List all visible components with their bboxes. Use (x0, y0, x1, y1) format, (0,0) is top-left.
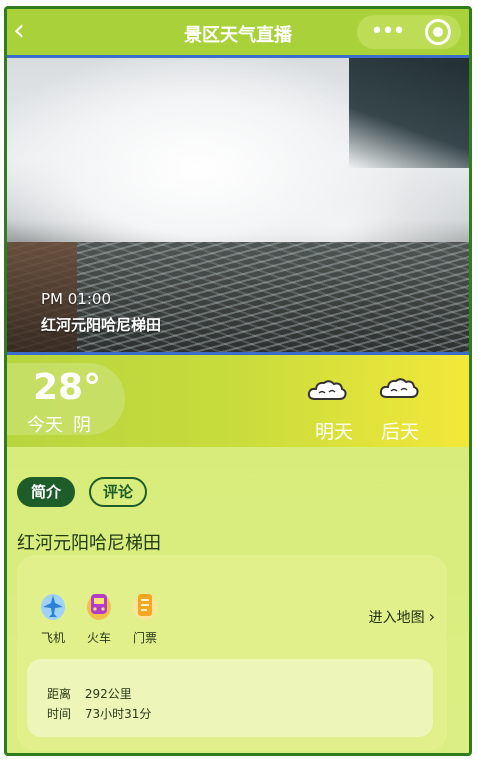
after-tomorrow-label: 后天 (381, 421, 420, 443)
transport-ticket[interactable]: 门票 (125, 589, 165, 646)
distance-box: 距离 292公里 时间 73小时31分 (27, 659, 433, 737)
tab-intro[interactable]: 简介 (17, 477, 75, 507)
tomorrow-label: 明天 (315, 421, 354, 443)
scenic-spot-name: 红河元阳哈尼梯田 (17, 533, 161, 554)
today-label: 今天 (27, 415, 63, 436)
cloud-icon (379, 377, 419, 399)
chevron-right-icon: › (428, 607, 435, 626)
more-button[interactable]: ••• (367, 15, 407, 49)
transport-train[interactable]: 火车 (79, 589, 119, 646)
live-location: 红河元阳哈尼梯田 (41, 316, 162, 334)
more-dots-icon: ••• (370, 19, 406, 44)
transport-plane[interactable]: 飞机 (33, 589, 73, 646)
live-time: PM 01:00 (41, 290, 111, 308)
ticket-icon (131, 589, 159, 621)
mountain-silhouette (349, 58, 469, 168)
cloud-icon (307, 379, 347, 401)
distance-value: 292公里 (84, 687, 132, 701)
airplane-icon (39, 589, 67, 621)
today-condition: 阴 (73, 415, 91, 436)
transport-label: 火车 (86, 631, 111, 645)
enter-map-link[interactable]: 进入地图 › (369, 607, 435, 627)
transport-label: 飞机 (40, 631, 65, 645)
time-row: 时间 73小时31分 (47, 705, 151, 722)
enter-map-label: 进入地图 (368, 610, 425, 626)
distance-row: 距离 292公里 (47, 685, 132, 702)
tab-comments[interactable]: 评论 (89, 477, 147, 507)
close-button[interactable] (425, 19, 451, 45)
live-scenic-image[interactable]: PM 01:00 红河元阳哈尼梯田 (7, 55, 469, 355)
app-frame: ‹ 景区天气直播 ••• PM 01:00 红河元阳哈尼梯田 28° 今天 阴 (4, 6, 472, 756)
today-weather-card: 28° 今天 阴 (7, 363, 125, 436)
info-card: 飞机 火车 门票 进入地图 › 距离 292公里 时间 73小时31分 (17, 555, 447, 751)
top-bar: ‹ 景区天气直播 ••• (7, 9, 469, 55)
weather-band: 28° 今天 阴 明天 后天 (7, 355, 469, 447)
time-label: 时间 (47, 707, 72, 721)
mini-program-capsule: ••• (357, 15, 461, 49)
today-temperature: 28° (33, 367, 102, 408)
train-icon (85, 589, 113, 621)
transport-label: 门票 (132, 631, 157, 645)
distance-label: 距离 (47, 687, 72, 701)
time-value: 73小时31分 (84, 707, 152, 721)
